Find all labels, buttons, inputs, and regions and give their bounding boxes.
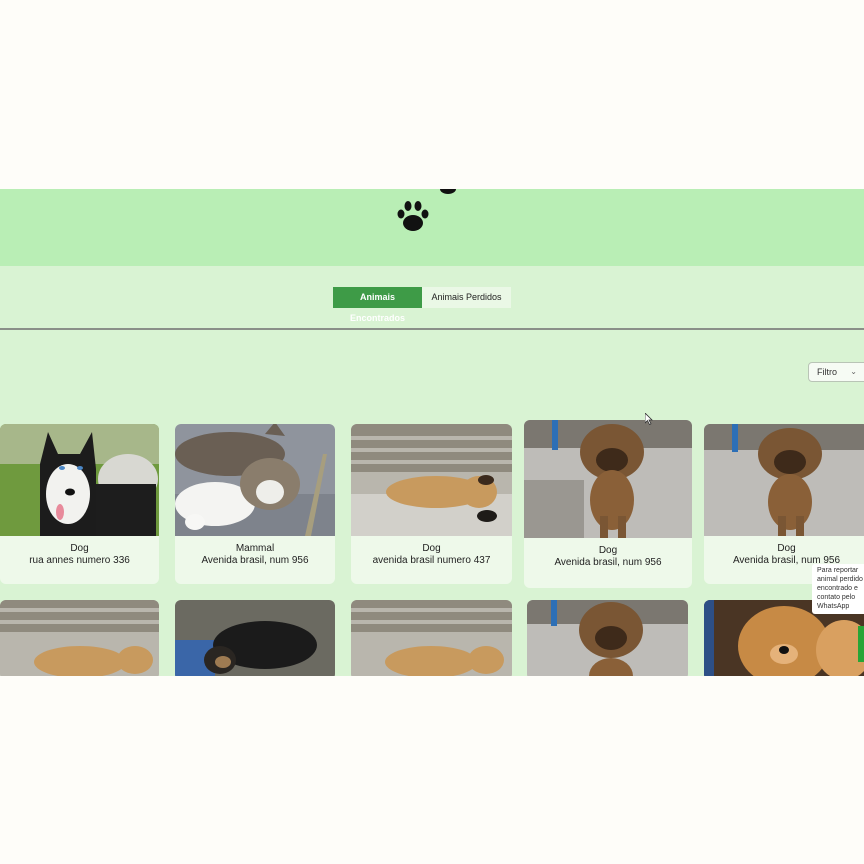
animal-photo	[175, 600, 335, 676]
animal-address: Avenida brasil, num 956	[554, 557, 662, 568]
animal-card[interactable]: Dog avenida brasil numero 437	[351, 424, 512, 584]
animal-card[interactable]	[527, 600, 688, 676]
tab-found-animals[interactable]: Animais Encontrados	[333, 287, 422, 323]
animal-card[interactable]	[175, 600, 335, 676]
animal-address: rua annes numero 336	[29, 555, 130, 566]
animal-address: Avenida brasil, num 956	[201, 555, 309, 566]
animal-card[interactable]: Dog Avenida brasil, num 956	[524, 420, 692, 588]
chevron-down-icon: ⌄	[850, 367, 857, 376]
animal-species: Dog	[777, 543, 796, 554]
animal-species: Dog	[422, 543, 441, 554]
animal-photo	[351, 600, 512, 676]
animal-photo	[704, 424, 864, 536]
animal-card[interactable]	[0, 600, 159, 676]
animal-card[interactable]: Dog Avenida brasil, num 956	[704, 424, 864, 584]
tab-lost-animals[interactable]: Animais Perdidos	[422, 287, 511, 308]
animal-photo	[0, 424, 159, 536]
mouse-cursor-icon	[644, 412, 653, 430]
animal-species: Mammal	[235, 543, 275, 554]
paw-logo-icon	[436, 189, 466, 199]
section-divider	[0, 328, 864, 330]
site-header	[0, 189, 864, 266]
animal-tabs: Animais Encontrados Animais Perdidos	[333, 287, 511, 323]
animal-photo	[175, 424, 335, 536]
animal-card[interactable]	[351, 600, 512, 676]
filter-select[interactable]: Filtro ⌄	[808, 362, 864, 382]
app-viewport: Animais Encontrados Animais Perdidos Fil…	[0, 189, 864, 676]
animal-species: Dog	[598, 545, 618, 556]
paw-icon	[395, 200, 431, 234]
animal-card[interactable]: Dog rua annes numero 336	[0, 424, 159, 584]
animal-photo	[351, 424, 512, 536]
animal-photo	[0, 600, 159, 676]
filter-label: Filtro	[817, 367, 837, 377]
whatsapp-button[interactable]	[858, 626, 864, 662]
whatsapp-tooltip: Para reportar animal perdido encontrado …	[812, 564, 864, 614]
animal-address: avenida brasil numero 437	[372, 555, 491, 566]
animal-photo	[527, 600, 688, 676]
animal-card[interactable]: Mammal Avenida brasil, num 956	[175, 424, 335, 584]
animal-photo	[524, 420, 692, 538]
animal-species: Dog	[70, 543, 89, 554]
